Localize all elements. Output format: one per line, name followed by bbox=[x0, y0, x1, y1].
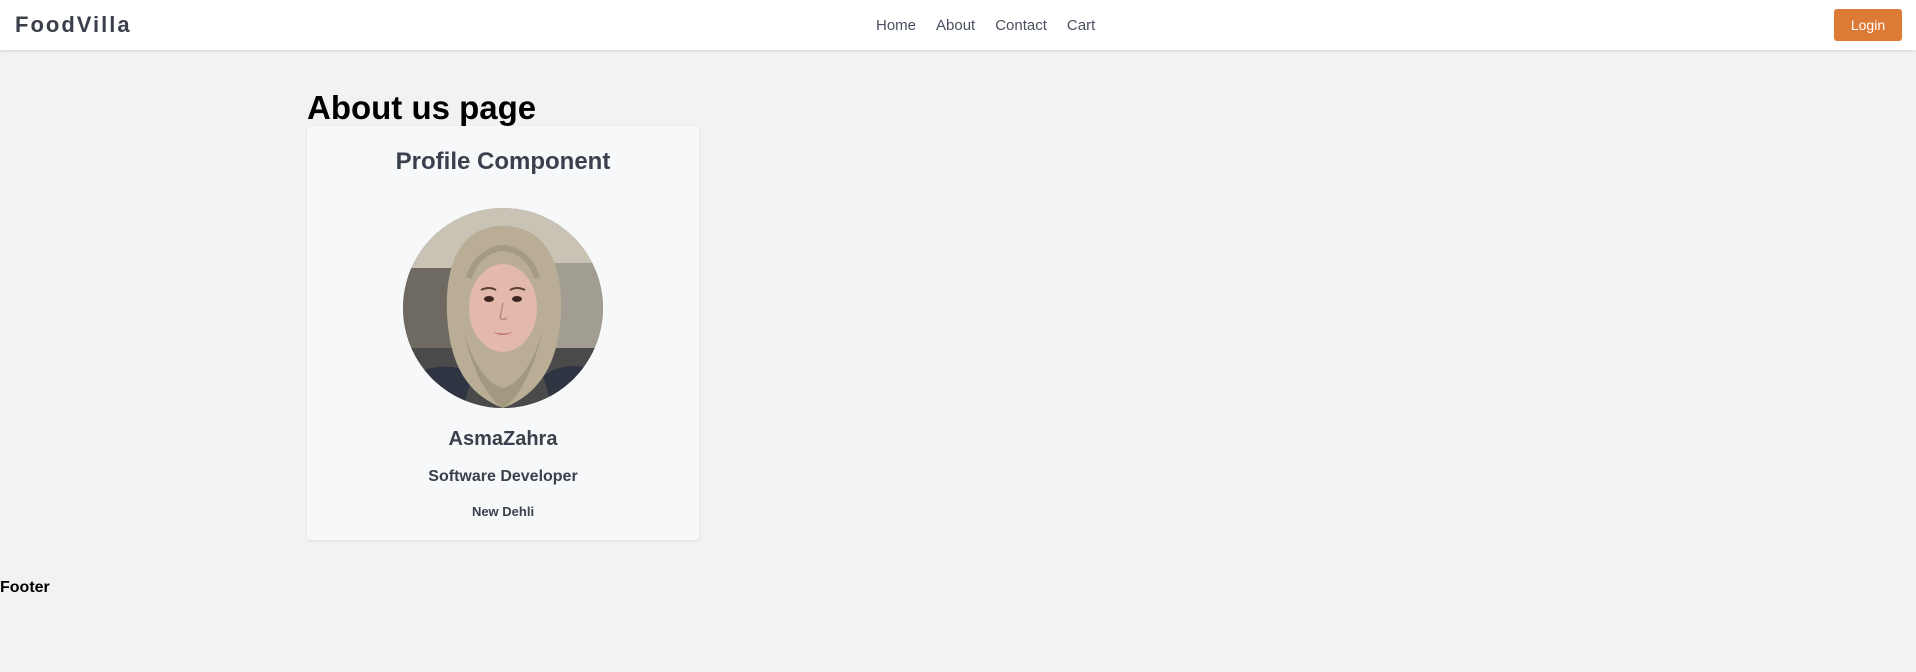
profile-role: Software Developer bbox=[428, 468, 578, 485]
header: FoodVilla Home About Contact Cart Login bbox=[0, 0, 1916, 50]
avatar bbox=[403, 208, 603, 408]
login-button[interactable]: Login bbox=[1834, 9, 1902, 41]
nav-link-cart[interactable]: Cart bbox=[1067, 17, 1095, 34]
profile-location: New Dehli bbox=[471, 504, 535, 519]
nav-link-home[interactable]: Home bbox=[876, 17, 916, 34]
profile-card: Profile Component AsmaZahra Software Dev… bbox=[307, 126, 699, 540]
nav-link-contact[interactable]: Contact bbox=[995, 17, 1047, 34]
avatar-image bbox=[403, 208, 603, 408]
main-nav: Home About Contact Cart bbox=[876, 17, 1115, 34]
nav-link-about[interactable]: About bbox=[936, 17, 975, 34]
profile-heading: Profile Component bbox=[395, 148, 611, 175]
logo[interactable]: FoodVilla bbox=[15, 12, 132, 38]
footer: Footer bbox=[0, 579, 50, 596]
profile-name: AsmaZahra bbox=[448, 428, 558, 450]
page-title: About us page bbox=[307, 89, 537, 126]
